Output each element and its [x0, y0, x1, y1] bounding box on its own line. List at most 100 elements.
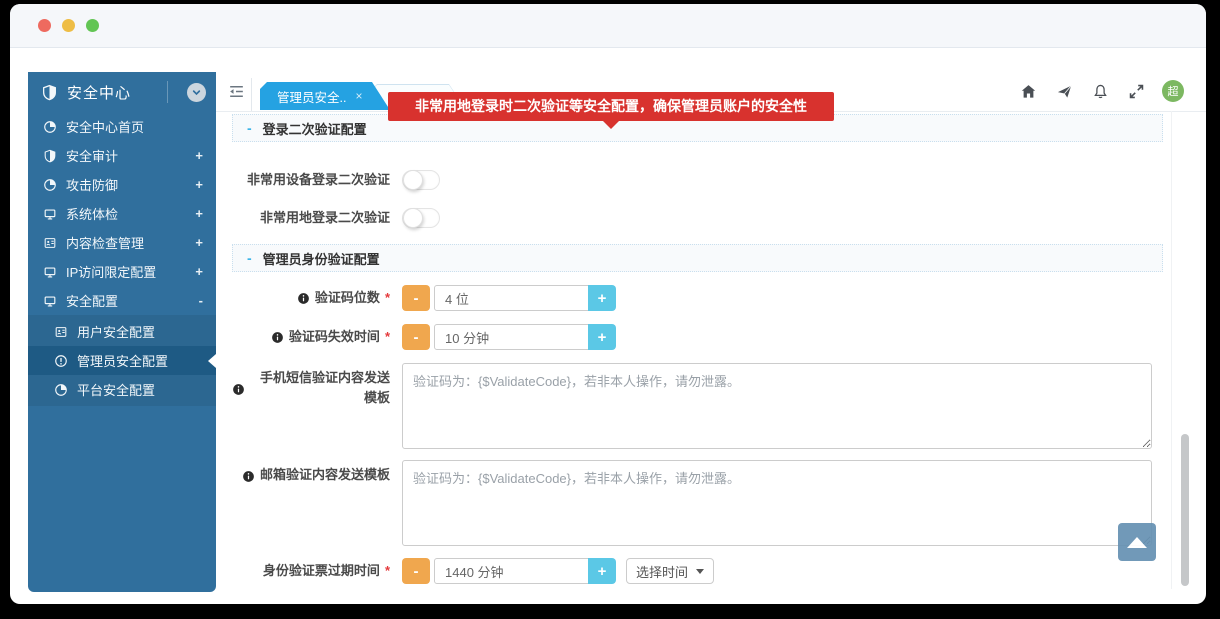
field-label: 手机短信验证内容发送模板 — [250, 368, 390, 407]
ticket-expire-input[interactable] — [434, 558, 589, 584]
caret-down-icon — [696, 569, 704, 574]
code-digits-input[interactable] — [434, 285, 589, 311]
sidebar-item-label: 安全审计 — [66, 146, 118, 165]
info-icon — [232, 383, 245, 396]
code-expire-input[interactable] — [434, 324, 589, 350]
sidebar: 安全中心 安全中心首页 安全审计 + 攻击防御 + 系统体检 + — [28, 72, 216, 592]
dropdown-label: 选择时间 — [636, 562, 688, 581]
required-marker: * — [385, 561, 390, 581]
sidebar-item-label: 管理员安全配置 — [77, 351, 168, 370]
field-label: 验证码位数 — [315, 288, 380, 308]
section-collapse-icon[interactable]: - — [247, 250, 252, 266]
expand-plus: + — [195, 264, 203, 279]
monitor-user-icon — [54, 325, 68, 339]
sms-template-textarea[interactable] — [402, 363, 1152, 449]
pie-icon — [54, 383, 68, 397]
tab-label: 管理员安全.. — [277, 87, 346, 106]
info-icon — [242, 470, 255, 483]
field-label: 身份验证票过期时间 — [263, 561, 380, 581]
id-card-icon — [43, 236, 57, 250]
form-row-code-digits: 验证码位数 * - + — [232, 285, 616, 311]
chevron-down-icon — [190, 86, 203, 99]
sidebar-item-content-inspection[interactable]: 内容检查管理 + — [28, 228, 216, 257]
select-time-dropdown[interactable]: 选择时间 — [626, 558, 714, 584]
header-actions: 超 — [1018, 80, 1184, 102]
sidebar-item-label: 攻击防御 — [66, 175, 118, 194]
increment-button[interactable]: + — [588, 324, 616, 350]
sidebar-item-security-audit[interactable]: 安全审计 + — [28, 141, 216, 170]
pie-icon — [43, 178, 57, 192]
triangle-up-icon — [1127, 537, 1147, 548]
send-icon[interactable] — [1054, 81, 1074, 101]
sidebar-collapse-button[interactable] — [187, 83, 206, 102]
sidebar-item-label: IP访问限定配置 — [66, 262, 156, 281]
sidebar-item-label: 安全中心首页 — [66, 117, 144, 136]
sidebar-header-divider — [167, 81, 168, 103]
form-row-device-2fa: 非常用设备登录二次验证 — [232, 166, 440, 194]
monitor-icon — [43, 265, 57, 279]
section-collapse-icon[interactable]: - — [247, 120, 252, 136]
monitor-icon — [43, 294, 57, 308]
vertical-scrollbar[interactable] — [1181, 434, 1189, 586]
sidebar-title: 安全中心 — [67, 82, 131, 103]
collapse-menu-icon[interactable] — [227, 83, 246, 100]
sidebar-item-attack-defense[interactable]: 攻击防御 + — [28, 170, 216, 199]
minimize-window-button[interactable] — [62, 19, 75, 32]
expand-plus: + — [195, 177, 203, 192]
back-to-top-button[interactable] — [1118, 523, 1156, 561]
increment-button[interactable]: + — [588, 285, 616, 311]
pie-icon — [43, 120, 57, 134]
decrement-button[interactable]: - — [402, 285, 430, 311]
sidebar-item-label: 用户安全配置 — [77, 322, 155, 341]
fullscreen-icon[interactable] — [1126, 81, 1146, 101]
expand-plus: + — [195, 235, 203, 250]
section-title: 登录二次验证配置 — [263, 119, 367, 138]
sidebar-item-security-config[interactable]: 安全配置 - — [28, 286, 216, 315]
close-window-button[interactable] — [38, 19, 51, 32]
info-icon — [271, 331, 284, 344]
avatar[interactable]: 超 — [1162, 80, 1184, 102]
sidebar-item-admin-security-config[interactable]: 管理员安全配置 — [28, 346, 216, 375]
guide-tooltip: 非常用地登录时二次验证等安全配置，确保管理员账户的安全性 — [388, 92, 834, 121]
required-marker: * — [385, 288, 390, 308]
field-label: 验证码失效时间 — [289, 327, 380, 347]
home-icon[interactable] — [1018, 81, 1038, 101]
form-row-email-template: 邮箱验证内容发送模板 — [232, 460, 1152, 546]
sidebar-header: 安全中心 — [28, 72, 216, 112]
expand-plus: + — [195, 206, 203, 221]
sidebar-item-system-check[interactable]: 系统体检 + — [28, 199, 216, 228]
monitor-icon — [43, 207, 57, 221]
shield-icon — [43, 149, 57, 163]
bell-icon[interactable] — [1090, 81, 1110, 101]
sidebar-item-ip-access-limit[interactable]: IP访问限定配置 + — [28, 257, 216, 286]
increment-button[interactable]: + — [588, 558, 616, 584]
sidebar-item-platform-security-config[interactable]: 平台安全配置 — [28, 375, 216, 404]
form-row-code-expire: 验证码失效时间 * - + — [232, 324, 616, 350]
form-row-sms-template: 手机短信验证内容发送模板 — [232, 363, 1152, 449]
sidebar-item-label: 系统体检 — [66, 204, 118, 223]
sidebar-item-user-security-config[interactable]: 用户安全配置 — [28, 317, 216, 346]
field-label: 非常用地登录二次验证 — [260, 208, 390, 228]
close-tab-icon[interactable]: × — [355, 89, 362, 103]
email-template-textarea[interactable] — [402, 460, 1152, 546]
device-2fa-toggle[interactable] — [402, 170, 440, 190]
form-row-location-2fa: 非常用地登录二次验证 — [232, 204, 440, 232]
sidebar-submenu-security-config: 用户安全配置 管理员安全配置 平台安全配置 — [28, 315, 216, 406]
sidebar-item-label: 安全配置 — [66, 291, 118, 310]
expand-plus: + — [195, 148, 203, 163]
fullscreen-window-button[interactable] — [86, 19, 99, 32]
form-row-ticket-expire: 身份验证票过期时间 * - + 选择时间 — [232, 558, 714, 584]
sidebar-item-label: 内容检查管理 — [66, 233, 144, 252]
decrement-button[interactable]: - — [402, 324, 430, 350]
collapse-minus: - — [199, 293, 203, 308]
section-header-admin-identity: - 管理员身份验证配置 — [232, 244, 1163, 272]
location-2fa-toggle[interactable] — [402, 208, 440, 228]
section-title: 管理员身份验证配置 — [263, 249, 380, 268]
field-label: 非常用设备登录二次验证 — [247, 170, 390, 190]
sidebar-item-label: 平台安全配置 — [77, 380, 155, 399]
sidebar-item-security-home[interactable]: 安全中心首页 — [28, 112, 216, 141]
shield-icon — [41, 84, 58, 101]
decrement-button[interactable]: - — [402, 558, 430, 584]
info-icon — [297, 292, 310, 305]
tab-admin-security[interactable]: 管理员安全.. × — [260, 82, 390, 110]
